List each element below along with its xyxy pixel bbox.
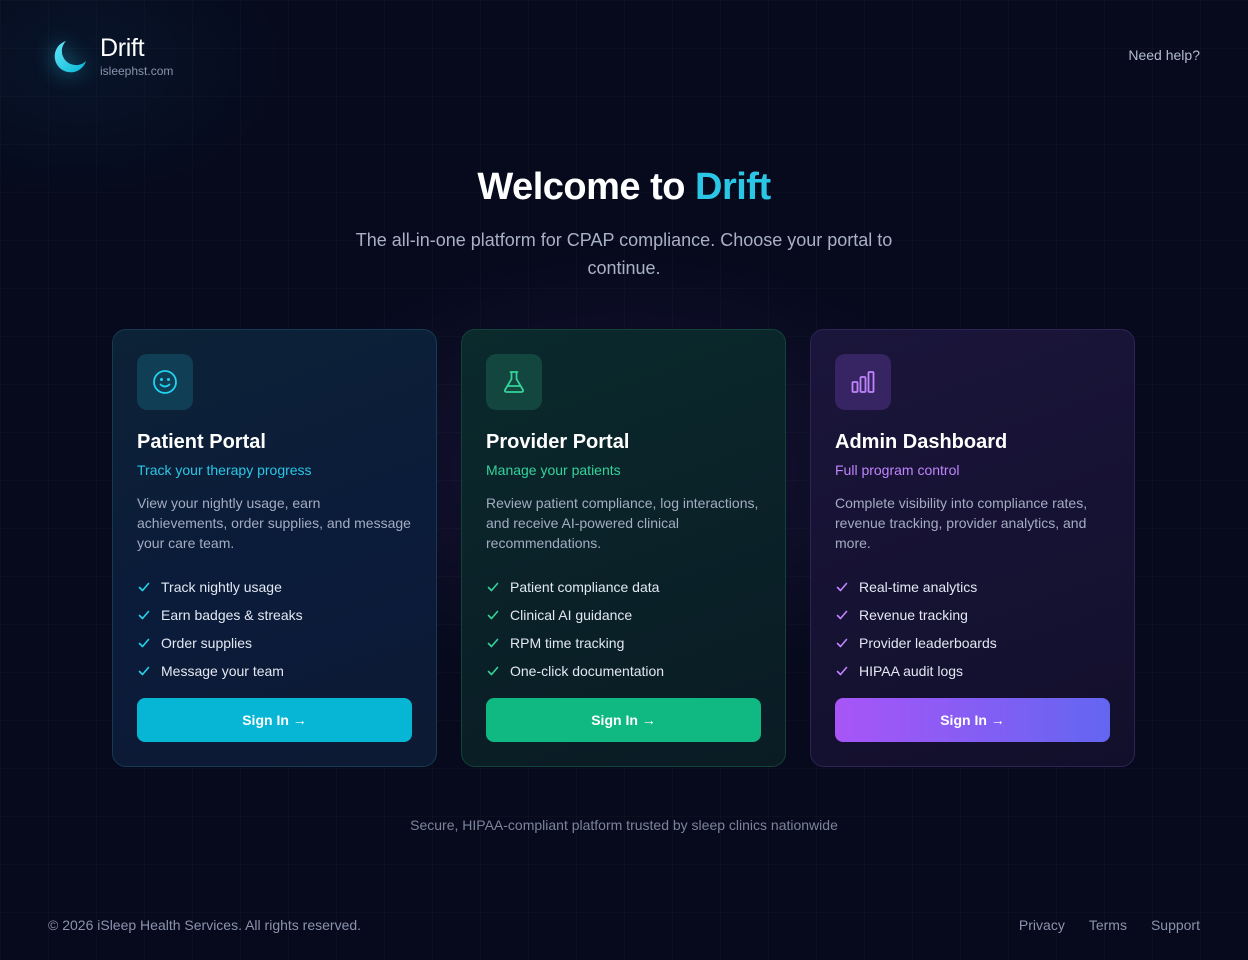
provider-portal-card: Provider Portal Manage your patients Rev… [461, 329, 786, 767]
check-icon [138, 582, 150, 592]
card-title: Provider Portal [486, 431, 630, 453]
check-icon [487, 666, 499, 676]
admin-sign-in-button[interactable]: Sign In → [835, 698, 1110, 742]
feature-label: HIPAA audit logs [859, 663, 964, 679]
check-icon [138, 610, 150, 620]
patient-portal-card: Patient Portal Track your therapy progre… [112, 329, 437, 767]
patient-sign-in-button[interactable]: Sign In → [137, 698, 412, 742]
feature-label: Track nightly usage [161, 579, 282, 595]
card-title: Admin Dashboard [835, 431, 1008, 453]
feature-label: Earn badges & streaks [161, 607, 303, 623]
bar-chart-icon [835, 354, 891, 410]
check-icon [836, 666, 848, 676]
feature-item: Clinical AI guidance [486, 601, 761, 629]
feature-item: Patient compliance data [486, 573, 761, 601]
feature-label: One-click documentation [510, 663, 665, 679]
feature-label: Provider leaderboards [859, 635, 997, 651]
feature-list: Real-time analytics Revenue tracking Pro… [835, 573, 1110, 685]
title-accent: Drift [695, 166, 771, 208]
feature-label: Patient compliance data [510, 579, 660, 595]
card-description: Review patient compliance, log interacti… [486, 495, 759, 551]
feature-item: HIPAA audit logs [835, 657, 1110, 685]
title-prefix: Welcome to [477, 166, 695, 208]
feature-label: Message your team [161, 663, 284, 679]
feature-label: Clinical AI guidance [510, 607, 633, 623]
trust-statement: Secure, HIPAA-compliant platform trusted… [410, 817, 838, 833]
feature-item: Earn badges & streaks [137, 601, 412, 629]
feature-list: Patient compliance data Clinical AI guid… [486, 573, 761, 685]
feature-item: Track nightly usage [137, 573, 412, 601]
feature-list: Track nightly usage Earn badges & streak… [137, 573, 412, 685]
check-icon [487, 582, 499, 592]
check-icon [138, 638, 150, 648]
feature-label: Order supplies [161, 635, 253, 651]
check-icon [836, 610, 848, 620]
card-description: Complete visibility into compliance rate… [835, 495, 1088, 551]
feature-item: One-click documentation [486, 657, 761, 685]
feature-label: Real-time analytics [859, 579, 978, 595]
admin-dashboard-card: Admin Dashboard Full program control Com… [810, 329, 1135, 767]
feature-label: Revenue tracking [859, 607, 968, 623]
page-title: Welcome to Drift [0, 166, 1248, 209]
feature-item: Message your team [137, 657, 412, 685]
check-icon [487, 638, 499, 648]
feature-item: Provider leaderboards [835, 629, 1110, 657]
feature-item: Revenue tracking [835, 601, 1110, 629]
provider-sign-in-button[interactable]: Sign In → [486, 698, 761, 742]
brand-domain: isleephst.com [100, 64, 174, 78]
card-title: Patient Portal [137, 431, 266, 453]
check-icon [836, 582, 848, 592]
feature-label: RPM time tracking [510, 635, 625, 651]
flask-icon [486, 354, 542, 410]
card-tagline: Track your therapy progress [137, 462, 312, 478]
copyright-text: © 2026 iSleep Health Services. All right… [48, 917, 362, 933]
need-help-link[interactable]: Need help? [1128, 47, 1200, 63]
check-icon [138, 666, 150, 676]
footer-link-support[interactable]: Support [1151, 917, 1200, 933]
footer-link-privacy[interactable]: Privacy [1019, 917, 1065, 933]
crescent-moon-icon [50, 37, 90, 77]
footer-links: Privacy Terms Support [1019, 917, 1200, 933]
footer-link-terms[interactable]: Terms [1089, 917, 1127, 933]
brand-name: Drift [100, 34, 145, 62]
page-subtitle: The all-in-one platform for CPAP complia… [355, 230, 893, 278]
smiley-face-icon [137, 354, 193, 410]
card-description: View your nightly usage, earn achievemen… [137, 495, 411, 551]
feature-item: RPM time tracking [486, 629, 761, 657]
brand-logo-link[interactable]: Drift isleephst.com [50, 34, 173, 79]
feature-item: Order supplies [137, 629, 412, 657]
check-icon [487, 610, 499, 620]
card-tagline: Full program control [835, 462, 960, 478]
card-tagline: Manage your patients [486, 462, 621, 478]
feature-item: Real-time analytics [835, 573, 1110, 601]
check-icon [836, 638, 848, 648]
